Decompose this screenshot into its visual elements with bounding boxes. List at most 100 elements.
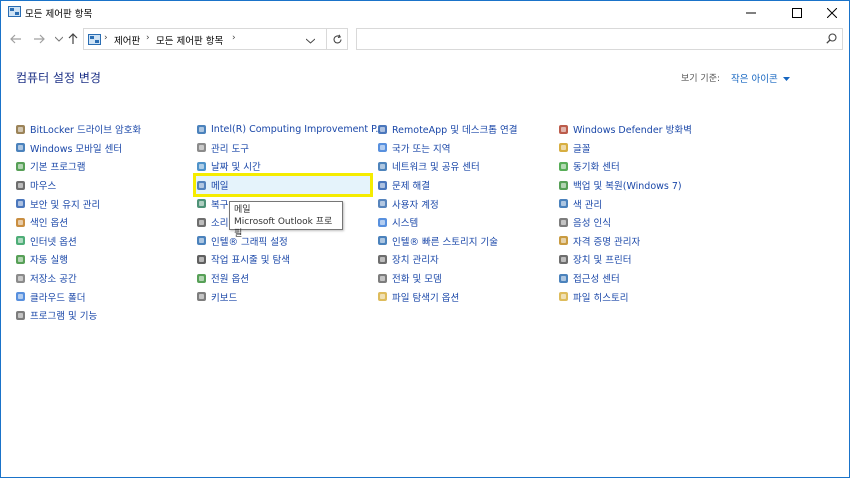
control-panel-item-taskbar[interactable]: 작업 표시줄 및 탐색 — [196, 250, 371, 269]
item-label: 파일 탐색기 옵션 — [392, 292, 460, 304]
chevron-down-icon — [305, 38, 316, 44]
view-by-dropdown[interactable]: 작은 아이콘 — [731, 71, 790, 85]
control-panel-item-remoteapp[interactable]: RemoteApp 및 데스크톱 연결 — [377, 120, 552, 139]
clock-icon — [196, 161, 207, 172]
control-panel-item-phone[interactable]: 전화 및 모뎀 — [377, 269, 552, 288]
breadcrumb-all-items[interactable]: 모든 제어판 항목 — [156, 33, 223, 47]
control-panel-item-mail[interactable]: 메일 — [193, 172, 373, 198]
item-label: 음성 인식 — [573, 218, 611, 230]
control-panel-item-default-programs[interactable]: 기본 프로그램 — [15, 157, 185, 176]
item-label: 사용자 계정 — [392, 199, 439, 211]
item-label: 동기화 센터 — [573, 162, 620, 174]
view-by-label: 보기 기준: — [681, 74, 721, 84]
breadcrumb-separator[interactable]: › — [104, 33, 108, 43]
back-arrow-icon — [10, 34, 21, 44]
address-bar[interactable]: › 제어판 › 모든 제어판 항목 › — [83, 28, 348, 50]
item-label: 저장소 공간 — [30, 274, 77, 286]
control-panel-item-file-history[interactable]: 파일 히스토리 — [558, 287, 738, 306]
control-panel-item-device-manager[interactable]: 장치 관리자 — [377, 250, 552, 269]
item-label: Windows 모바일 센터 — [30, 143, 123, 155]
keyboard-icon — [196, 291, 207, 302]
control-panel-item-system[interactable]: 시스템 — [377, 213, 552, 232]
sound-icon — [196, 217, 207, 228]
control-panel-item-mobility[interactable]: Windows 모바일 센터 — [15, 139, 185, 158]
control-panel-item-troubleshoot[interactable]: 문제 해결 — [377, 176, 552, 195]
control-panel-item-admin-tools[interactable]: 관리 도구 — [196, 139, 371, 158]
control-panel-item-mouse[interactable]: 마우스 — [15, 176, 185, 195]
control-panel-item-backup[interactable]: 백업 및 복원(Windows 7) — [558, 176, 738, 195]
key-icon — [15, 124, 26, 135]
control-panel-item-accessibility[interactable]: 접근성 센터 — [558, 269, 738, 288]
item-label: RemoteApp 및 데스크톱 연결 — [392, 125, 518, 137]
accessibility-icon — [558, 273, 569, 284]
item-label: 자격 증명 관리자 — [573, 236, 641, 248]
control-panel-item-autoplay[interactable]: 자동 실행 — [15, 250, 185, 269]
intel-storage-icon — [377, 235, 388, 246]
minimize-button[interactable] — [731, 1, 771, 24]
view-by-value: 작은 아이콘 — [731, 74, 778, 85]
control-panel-item-region[interactable]: 국가 또는 지역 — [377, 139, 552, 158]
page-title: 컴퓨터 설정 변경 — [16, 71, 101, 85]
item-label: 전화 및 모뎀 — [392, 274, 442, 286]
system-icon — [377, 217, 388, 228]
control-panel-item-folder-options[interactable]: 파일 탐색기 옵션 — [377, 287, 552, 306]
maximize-button[interactable] — [777, 1, 817, 24]
search-input[interactable] — [356, 28, 843, 50]
control-panel-item-firewall[interactable]: Windows Defender 방화벽 — [558, 120, 738, 139]
close-button[interactable] — [812, 1, 850, 24]
item-label: 날짜 및 시간 — [211, 162, 261, 174]
item-label: 프로그램 및 기능 — [30, 311, 98, 323]
control-panel-item-credential[interactable]: 자격 증명 관리자 — [558, 232, 738, 251]
item-label: 마우스 — [30, 181, 57, 193]
control-panel-item-microphone[interactable]: 음성 인식 — [558, 213, 738, 232]
fonts-icon — [558, 142, 569, 153]
default-programs-icon — [15, 161, 26, 172]
back-button[interactable] — [8, 31, 24, 47]
control-panel-item-storage[interactable]: 저장소 공간 — [15, 269, 185, 288]
item-label: 관리 도구 — [211, 143, 249, 155]
tooltip-description: Microsoft Outlook 프로필 — [234, 217, 333, 239]
item-label: 복구 — [211, 199, 229, 211]
control-panel-item-network[interactable]: 네트워크 및 공유 센터 — [377, 157, 552, 176]
control-panel-item-sync[interactable]: 동기화 센터 — [558, 157, 738, 176]
breadcrumb-separator[interactable]: › — [146, 33, 150, 43]
control-panel-item-printer[interactable]: 장치 및 프린터 — [558, 250, 738, 269]
backup-icon — [558, 180, 569, 191]
breadcrumb-control-panel[interactable]: 제어판 — [114, 33, 140, 47]
refresh-button[interactable] — [326, 28, 348, 50]
folder-options-icon — [377, 291, 388, 302]
control-panel-item-color-management[interactable]: 색 관리 — [558, 194, 738, 213]
navigation-bar: › 제어판 › 모든 제어판 항목 › — [1, 27, 849, 51]
control-panel-item-intel-storage[interactable]: 인텔® 빠른 스토리지 기술 — [377, 232, 552, 251]
control-panel-item-intel[interactable]: Intel(R) Computing Improvement P... — [196, 120, 385, 139]
control-panel-item-power[interactable]: 전원 옵션 — [196, 269, 371, 288]
control-panel-item-flag[interactable]: 보안 및 유지 관리 — [15, 194, 185, 213]
breadcrumb-separator[interactable]: › — [232, 33, 236, 43]
admin-tools-icon — [196, 142, 207, 153]
color-management-icon — [558, 198, 569, 209]
control-panel-item-cloud-folder[interactable]: 클라우드 폴더 — [15, 287, 185, 306]
item-label: 인텔® 빠른 스토리지 기술 — [392, 236, 498, 248]
address-dropdown-button[interactable] — [305, 36, 316, 47]
control-panel-item-user-accounts[interactable]: 사용자 계정 — [377, 194, 552, 213]
control-panel-item-fonts[interactable]: 글꼴 — [558, 139, 738, 158]
control-panel-item-globe[interactable]: 인터넷 옵션 — [15, 232, 185, 251]
up-button[interactable] — [65, 31, 81, 47]
items-column-4: Windows Defender 방화벽 글꼴동기화 센터백업 및 복원(Wind… — [558, 120, 738, 306]
control-panel-icon — [8, 6, 21, 17]
control-panel-item-clock[interactable]: 날짜 및 시간 — [196, 157, 371, 176]
control-panel-item-indexing[interactable]: 색인 옵션 — [15, 213, 185, 232]
credential-icon — [558, 235, 569, 246]
control-panel-item-key[interactable]: BitLocker 드라이브 암호화 — [15, 120, 185, 139]
user-accounts-icon — [377, 198, 388, 209]
forward-button[interactable] — [31, 31, 47, 47]
title-bar[interactable]: 모든 제어판 항목 — [1, 1, 849, 24]
device-manager-icon — [377, 254, 388, 265]
remoteapp-icon — [377, 124, 388, 135]
item-label: 기본 프로그램 — [30, 162, 86, 174]
item-label: 장치 및 프린터 — [573, 255, 632, 267]
taskbar-icon — [196, 254, 207, 265]
control-panel-item-keyboard[interactable]: 키보드 — [196, 287, 371, 306]
mobility-icon — [15, 142, 26, 153]
control-panel-item-programs[interactable]: 프로그램 및 기능 — [15, 306, 185, 325]
